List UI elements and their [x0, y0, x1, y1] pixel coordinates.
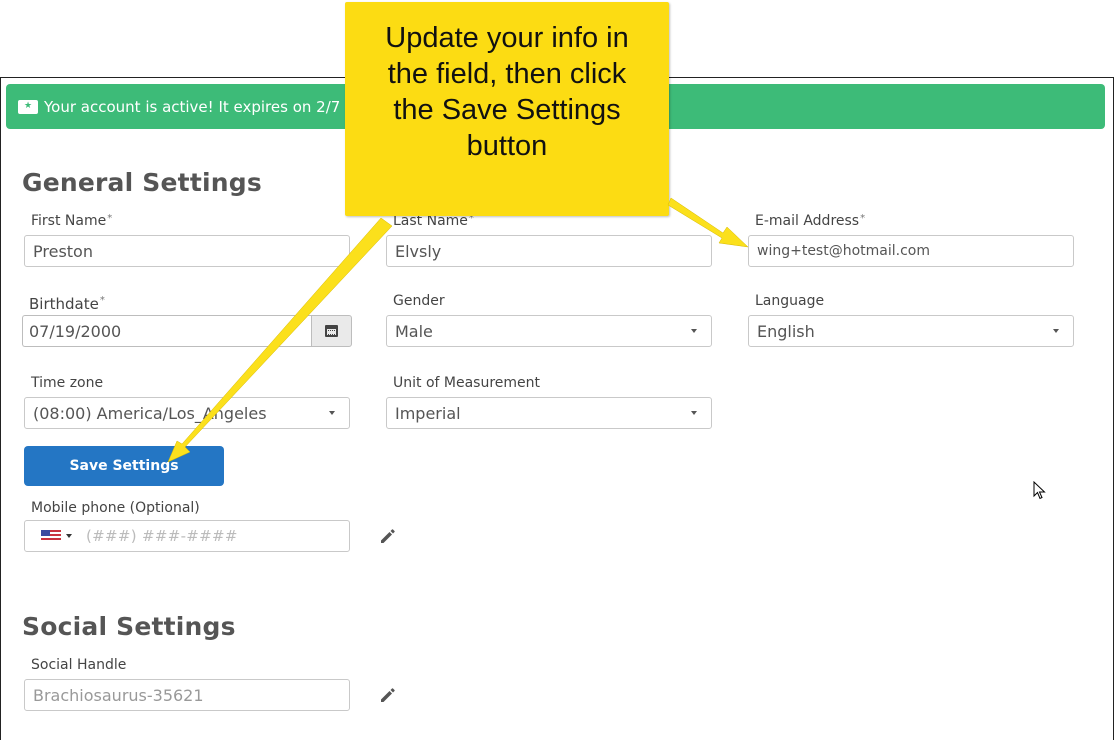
alert-text: Your account is active! It expires on 2/…: [44, 97, 341, 116]
first-name-input[interactable]: Preston: [24, 235, 350, 267]
mouse-cursor-icon: [1033, 481, 1046, 500]
chevron-down-icon: [691, 411, 697, 415]
language-select[interactable]: English: [748, 315, 1074, 347]
mobile-phone-input[interactable]: (###) ###-####: [86, 527, 238, 545]
gender-value: Male: [395, 321, 433, 341]
chevron-down-icon: [691, 329, 697, 333]
chevron-down-icon: [66, 534, 72, 538]
instruction-callout: Update your info in the field, then clic…: [345, 2, 669, 216]
calendar-button[interactable]: [311, 315, 352, 347]
social-handle-input[interactable]: Brachiosaurus-35621: [24, 679, 350, 711]
unit-value: Imperial: [395, 403, 461, 423]
birthdate-label: Birthdate*: [29, 295, 105, 313]
birthdate-picker: 07/19/2000: [22, 315, 352, 347]
chevron-down-icon: [329, 411, 335, 415]
us-flag-icon[interactable]: [41, 530, 61, 542]
language-value: English: [757, 321, 815, 341]
social-settings-title: Social Settings: [22, 612, 236, 641]
timezone-select[interactable]: (08:00) America/Los_Angeles: [24, 397, 350, 429]
unit-select[interactable]: Imperial: [386, 397, 712, 429]
email-label: E-mail Address*: [755, 213, 866, 229]
general-settings-title: General Settings: [22, 168, 262, 197]
ticket-star-icon: ★: [18, 99, 38, 114]
timezone-label: Time zone: [31, 375, 104, 391]
timezone-value: (08:00) America/Los_Angeles: [33, 403, 267, 423]
gender-select[interactable]: Male: [386, 315, 712, 347]
gender-label: Gender: [393, 293, 445, 309]
chevron-down-icon: [1053, 329, 1059, 333]
unit-label: Unit of Measurement: [393, 375, 541, 391]
language-label: Language: [755, 293, 825, 309]
mobile-phone-field: (###) ###-####: [24, 520, 350, 552]
social-handle-label: Social Handle: [31, 657, 127, 673]
mobile-phone-label: Mobile phone (Optional): [31, 500, 200, 516]
calendar-icon: [325, 325, 338, 337]
save-settings-button[interactable]: Save Settings: [24, 446, 224, 486]
first-name-label: First Name*: [31, 213, 113, 229]
email-input[interactable]: wing+test@hotmail.com: [748, 235, 1074, 267]
birthdate-input[interactable]: 07/19/2000: [22, 315, 311, 347]
pencil-icon[interactable]: [378, 685, 398, 705]
last-name-input[interactable]: Elvsly: [386, 235, 712, 267]
pencil-icon[interactable]: [378, 526, 398, 546]
